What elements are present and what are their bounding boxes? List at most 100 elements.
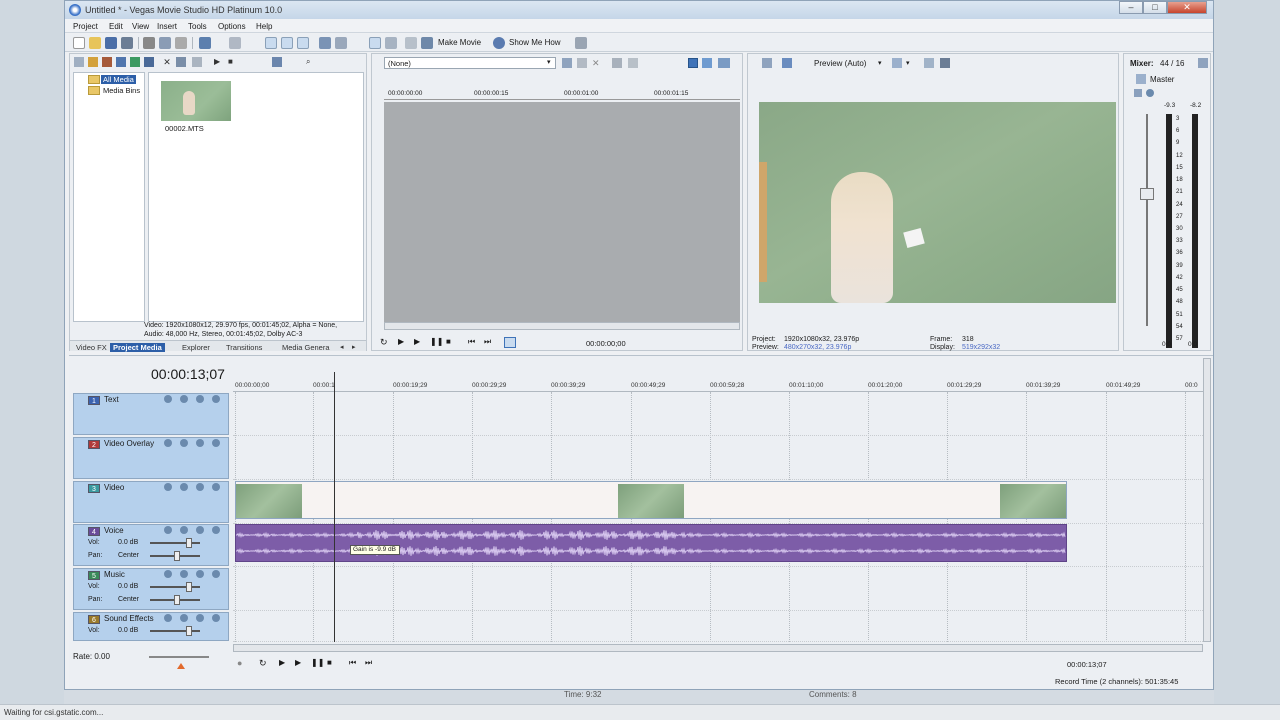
auto-preview-icon[interactable] <box>192 57 202 67</box>
go-to-end-icon[interactable]: ⏭ <box>365 658 372 668</box>
go-to-end-icon[interactable]: ⏭ <box>484 337 491 347</box>
paste-icon[interactable] <box>175 37 187 49</box>
solo-icon[interactable] <box>196 614 204 622</box>
pan-slider-handle[interactable] <box>174 595 180 605</box>
arm-icon[interactable] <box>212 395 220 403</box>
timeline-ruler[interactable]: 00:00:00;00 00:00:1 00:00:19;29 00:00:29;29… <box>233 374 1203 392</box>
lock-envelopes-icon[interactable] <box>297 37 309 49</box>
trimmer-save-icon[interactable] <box>612 58 622 68</box>
properties-icon[interactable] <box>144 57 154 67</box>
trimmer-view2-icon[interactable] <box>702 58 712 68</box>
track-header-voice[interactable]: 4 Voice Vol: 0.0 dB Pan: Center <box>73 524 229 566</box>
tabs-scroll-right-icon[interactable]: ▸ <box>352 343 356 351</box>
trimmer-marker-icon[interactable] <box>628 58 638 68</box>
solo-icon[interactable] <box>196 526 204 534</box>
mute-icon[interactable] <box>180 439 188 447</box>
delete-icon[interactable]: ✕ <box>162 57 172 67</box>
play-from-start-icon[interactable]: ▶ <box>279 658 285 667</box>
tab-media-generators[interactable]: Media Genera <box>282 343 330 352</box>
track-fx-icon[interactable] <box>164 526 172 534</box>
track-lane[interactable] <box>233 612 1203 642</box>
save-as-icon[interactable] <box>121 37 133 49</box>
track-name[interactable]: Music <box>104 570 125 579</box>
make-movie-button[interactable]: Make Movie <box>438 38 481 47</box>
open-icon[interactable] <box>89 37 101 49</box>
master-fx-icon[interactable] <box>1134 89 1142 97</box>
track-header-music[interactable]: 5 Music Vol: 0.0 dB Pan: Center <box>73 568 229 610</box>
trimmer-delete-icon[interactable]: ✕ <box>592 58 602 68</box>
normal-edit-tool-icon[interactable] <box>319 37 331 49</box>
mute-icon[interactable] <box>180 526 188 534</box>
preview-properties-icon[interactable] <box>762 58 772 68</box>
pause-icon[interactable]: ❚❚ <box>430 337 443 346</box>
go-to-start-icon[interactable]: ⏮ <box>349 658 356 668</box>
tab-video-fx[interactable]: Video FX <box>76 343 107 352</box>
solo-icon[interactable] <box>196 395 204 403</box>
copy-snapshot-icon[interactable] <box>924 58 934 68</box>
volume-slider-handle[interactable] <box>186 538 192 548</box>
menu-edit[interactable]: Edit <box>109 22 123 31</box>
solo-icon[interactable] <box>196 570 204 578</box>
trimmer-display[interactable] <box>384 102 740 322</box>
import-media-icon[interactable] <box>74 57 84 67</box>
snap-icon[interactable] <box>265 37 277 49</box>
tree-item-media-bins[interactable]: Media Bins <box>103 86 140 95</box>
menu-help[interactable]: Help <box>256 22 272 31</box>
volume-slider[interactable] <box>150 630 200 632</box>
views-icon[interactable] <box>272 57 282 67</box>
media-thumbnail[interactable] <box>161 81 231 121</box>
rate-slider[interactable] <box>149 656 209 658</box>
play-icon[interactable]: ▶ <box>295 658 301 667</box>
new-project-icon[interactable] <box>73 37 85 49</box>
arm-icon[interactable] <box>212 483 220 491</box>
track-name[interactable]: Video Overlay <box>104 439 154 448</box>
volume-slider-handle[interactable] <box>186 626 192 636</box>
capture-icon[interactable] <box>88 57 98 67</box>
help-icon[interactable] <box>575 37 587 49</box>
get-media-icon[interactable] <box>102 57 112 67</box>
stop-icon[interactable]: ■ <box>327 658 332 667</box>
cut-icon[interactable] <box>143 37 155 49</box>
trimmer-view3-icon[interactable] <box>718 58 730 68</box>
tab-transitions[interactable]: Transitions <box>226 343 262 352</box>
save-icon[interactable] <box>105 37 117 49</box>
media-fx-icon[interactable] <box>130 57 140 67</box>
play-icon[interactable]: ▶ <box>414 337 420 346</box>
video-event[interactable] <box>235 481 1067 519</box>
media-filename[interactable]: 00002.MTS <box>165 124 204 133</box>
timeline-vertical-scrollbar[interactable] <box>1203 358 1211 642</box>
menu-options[interactable]: Options <box>218 22 246 31</box>
arm-icon[interactable] <box>212 526 220 534</box>
track-header-video[interactable]: 3 Video <box>73 481 229 523</box>
track-name[interactable]: Video <box>104 483 124 492</box>
selection-tool-icon[interactable] <box>385 37 397 49</box>
track-fx-icon[interactable] <box>164 570 172 578</box>
tree-item-all-media[interactable]: All Media <box>101 75 136 84</box>
volume-slider-handle[interactable] <box>186 582 192 592</box>
make-movie-icon[interactable] <box>421 37 433 49</box>
mute-icon[interactable] <box>180 614 188 622</box>
edit-tool-icon[interactable] <box>369 37 381 49</box>
arm-icon[interactable] <box>212 570 220 578</box>
trimmer-edit-icon[interactable] <box>504 337 516 348</box>
track-lane[interactable] <box>233 568 1203 611</box>
track-fx-icon[interactable] <box>164 483 172 491</box>
copy-icon[interactable] <box>159 37 171 49</box>
master-fader-handle[interactable] <box>1140 188 1154 200</box>
auto-ripple-icon[interactable] <box>281 37 293 49</box>
arm-icon[interactable] <box>212 614 220 622</box>
overlays-icon[interactable] <box>892 58 902 68</box>
loop-icon[interactable]: ↻ <box>380 337 388 348</box>
close-button[interactable]: ✕ <box>1167 1 1207 14</box>
mute-icon[interactable] <box>180 570 188 578</box>
track-header-sound-effects[interactable]: 6 Sound Effects Vol: 0.0 dB <box>73 612 229 641</box>
volume-slider[interactable] <box>150 586 200 588</box>
undo-icon[interactable] <box>199 37 211 49</box>
mute-icon[interactable] <box>180 395 188 403</box>
save-snapshot-icon[interactable] <box>940 58 950 68</box>
clean-icon[interactable] <box>176 57 186 67</box>
trimmer-history-dropdown[interactable]: (None) ▾ <box>384 57 556 69</box>
menu-view[interactable]: View <box>132 22 149 31</box>
audio-event-voice[interactable] <box>235 524 1067 562</box>
track-fx-icon[interactable] <box>164 614 172 622</box>
